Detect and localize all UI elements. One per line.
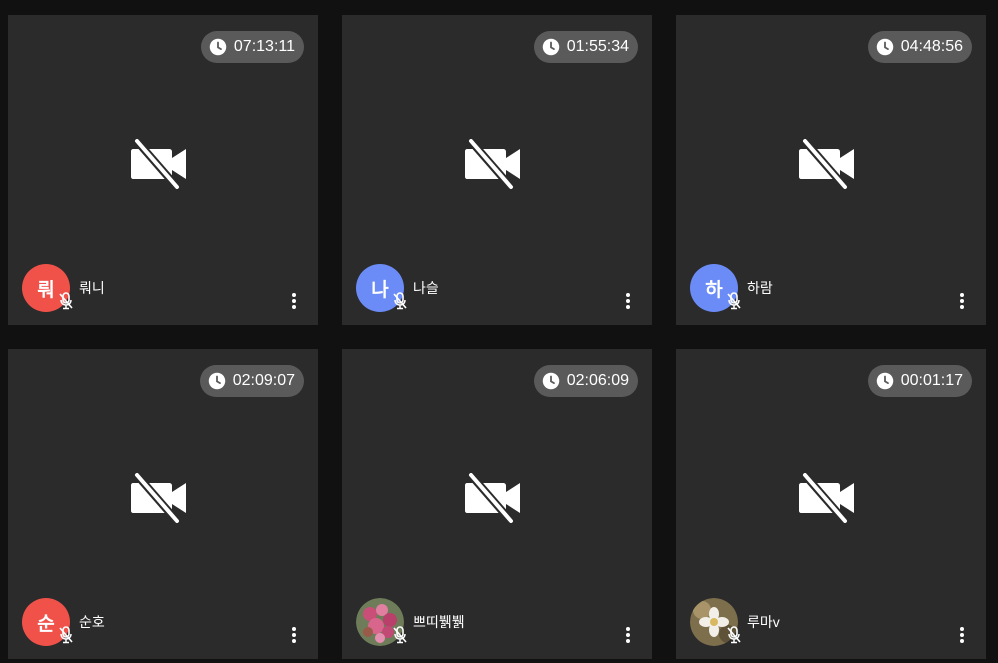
more-vert-icon[interactable]	[624, 291, 632, 311]
more-vert-icon[interactable]	[290, 291, 298, 311]
timer-text: 07:13:11	[233, 38, 295, 55]
avatar-initial: 순	[37, 613, 55, 635]
mic-off-icon	[726, 626, 742, 644]
elapsed-timer: 04:48:56	[867, 31, 972, 63]
avatar-initial: 하	[705, 279, 723, 301]
video-off-icon	[131, 139, 195, 189]
elapsed-timer: 02:09:07	[199, 365, 304, 397]
mic-off-icon	[392, 626, 408, 644]
clock-icon	[208, 372, 226, 390]
clock-icon	[542, 38, 560, 56]
mic-off-icon	[726, 292, 742, 310]
participant-tile[interactable]: 04:48:56 하 하람	[676, 15, 986, 325]
clock-icon	[876, 38, 894, 56]
participant-tile[interactable]: 02:06:09 쁘띠뷁뷁	[342, 349, 652, 659]
avatar-initial: 뤄	[37, 279, 55, 301]
participant-name: 나슬	[413, 280, 439, 296]
participant-tile[interactable]: 01:55:34 나 나슬	[342, 15, 652, 325]
participant-name: 루마v	[747, 614, 780, 630]
mic-off-icon	[58, 626, 74, 644]
video-off-icon	[131, 473, 195, 523]
elapsed-timer: 02:06:09	[533, 365, 638, 397]
timer-text: 04:48:56	[900, 38, 963, 55]
timer-text: 02:09:07	[232, 372, 295, 389]
timer-text: 00:01:17	[900, 372, 963, 389]
participant-tile[interactable]: 07:13:11 뤄 뤄니	[8, 15, 318, 325]
timer-text: 01:55:34	[566, 38, 629, 55]
mic-off-icon	[58, 292, 74, 310]
timer-text: 02:06:09	[566, 372, 629, 389]
video-off-icon	[465, 139, 529, 189]
participant-name: 뤄니	[79, 280, 105, 296]
elapsed-timer: 07:13:11	[200, 31, 304, 63]
more-vert-icon[interactable]	[958, 625, 966, 645]
elapsed-timer: 01:55:34	[533, 31, 638, 63]
clock-icon	[876, 372, 894, 390]
clock-icon	[542, 372, 560, 390]
video-off-icon	[465, 473, 529, 523]
participant-tile[interactable]: 02:09:07 순 순호	[8, 349, 318, 659]
more-vert-icon[interactable]	[624, 625, 632, 645]
more-vert-icon[interactable]	[290, 625, 298, 645]
avatar-initial: 나	[371, 279, 389, 301]
participant-name: 순호	[79, 614, 105, 630]
mic-off-icon	[392, 292, 408, 310]
elapsed-timer: 00:01:17	[867, 365, 972, 397]
participant-name: 하람	[747, 280, 773, 296]
video-off-icon	[799, 139, 863, 189]
participant-name: 쁘띠뷁뷁	[413, 614, 465, 630]
clock-icon	[209, 38, 227, 56]
more-vert-icon[interactable]	[958, 291, 966, 311]
video-off-icon	[799, 473, 863, 523]
participant-tile[interactable]: 00:01:17 루마v	[676, 349, 986, 659]
